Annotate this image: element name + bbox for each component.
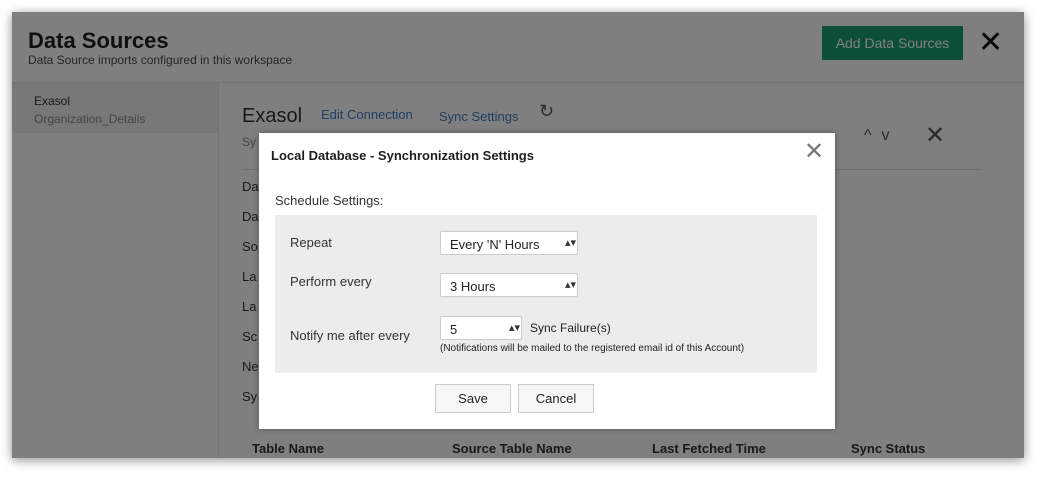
cancel-button[interactable]: Cancel [518,384,594,413]
dialog-header: Local Database - Synchronization Setting… [259,133,835,175]
notify-count-value: 5 [450,322,458,337]
select-arrows-icon: ▴▾ [565,279,577,291]
select-arrows-icon: ▴▾ [565,237,577,249]
notify-label: Notify me after every [290,328,410,343]
dialog-close-icon[interactable]: ✕ [804,140,824,164]
notification-note: (Notifications will be mailed to the reg… [440,343,745,354]
repeat-label: Repeat [290,235,332,250]
schedule-panel: Repeat Every 'N' Hours ▴▾ Perform every … [275,215,817,373]
notify-count-select[interactable]: 5 ▴▾ [440,316,522,340]
sync-failure-label: Sync Failure(s) [530,321,611,335]
select-arrows-icon: ▴▾ [509,322,521,334]
sync-settings-dialog: Local Database - Synchronization Setting… [259,133,835,429]
dialog-body: Schedule Settings: Repeat Every 'N' Hour… [259,175,835,429]
repeat-select[interactable]: Every 'N' Hours ▴▾ [440,231,578,255]
perform-every-select[interactable]: 3 Hours ▴▾ [440,273,578,297]
schedule-settings-label: Schedule Settings: [275,193,384,208]
save-button[interactable]: Save [435,384,511,413]
repeat-select-value: Every 'N' Hours [450,237,540,252]
dialog-title: Local Database - Synchronization Setting… [271,148,534,163]
perform-every-select-value: 3 Hours [450,279,496,294]
perform-every-label: Perform every [290,274,372,289]
